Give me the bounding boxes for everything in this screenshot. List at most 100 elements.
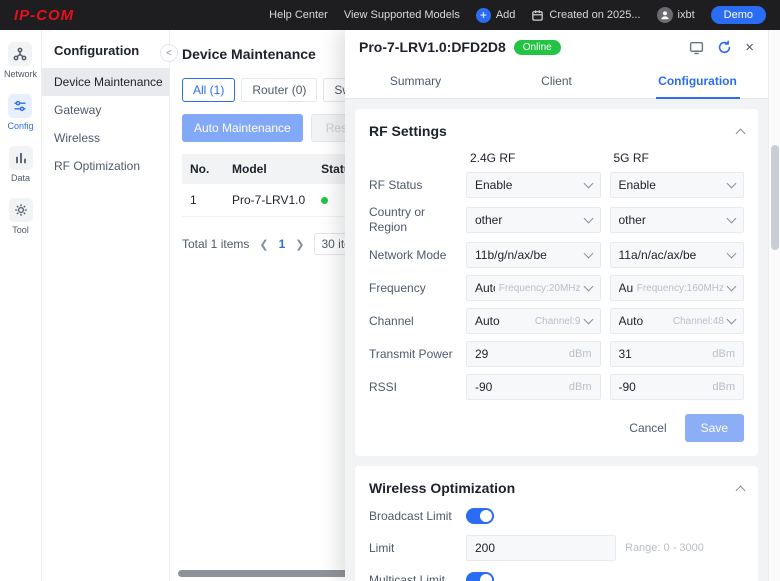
created-date-label: Created on 2025... bbox=[549, 9, 641, 21]
transmit-power-5g-input[interactable] bbox=[618, 347, 709, 361]
broadcast-limit-value-row: Limit Range: 0 - 3000 bbox=[369, 535, 744, 561]
tab-client[interactable]: Client bbox=[486, 64, 627, 98]
data-chart-icon bbox=[8, 146, 33, 170]
channel-24g-select[interactable]: Auto Channel:9 bbox=[466, 308, 601, 334]
auto-maintenance-button[interactable]: Auto Maintenance bbox=[182, 114, 303, 142]
close-icon[interactable]: × bbox=[745, 40, 754, 55]
col-header-no: No. bbox=[182, 154, 224, 184]
sidebar-item-device-maintenance[interactable]: Device Maintenance bbox=[42, 68, 169, 96]
col-header-model: Model bbox=[224, 154, 314, 184]
chevron-down-icon bbox=[583, 281, 593, 292]
nav-item-label: Config bbox=[7, 121, 34, 131]
field-label-limit: Limit bbox=[369, 540, 395, 555]
chevron-down-icon bbox=[583, 314, 593, 325]
rf-status-5g-select[interactable]: Enable bbox=[609, 172, 744, 198]
chevron-down-icon bbox=[583, 248, 593, 259]
rssi-5g-input[interactable] bbox=[618, 380, 709, 394]
screen: IP-COM Help Center View Supported Models… bbox=[0, 0, 780, 581]
transmit-power-24g-input[interactable] bbox=[475, 347, 565, 361]
nav-item-config[interactable]: Config bbox=[7, 94, 34, 131]
sidebar-item-gateway[interactable]: Gateway bbox=[42, 96, 169, 124]
cancel-button[interactable]: Cancel bbox=[629, 421, 666, 435]
field-label-multicast-limit: Multicast Limit bbox=[369, 572, 446, 581]
calendar-icon bbox=[532, 9, 544, 21]
config-sidebar: Configuration < Device Maintenance Gatew… bbox=[42, 30, 178, 581]
rssi-24g-input[interactable] bbox=[475, 380, 565, 394]
nav-item-label: Data bbox=[10, 173, 30, 183]
nav-item-label: Tool bbox=[12, 225, 29, 235]
add-button[interactable]: + Add bbox=[475, 7, 516, 23]
person-icon bbox=[660, 11, 669, 20]
multicast-limit-toggle[interactable] bbox=[466, 572, 494, 581]
chevron-down-icon bbox=[726, 314, 737, 325]
network-mode-5g-select[interactable]: 11a/n/ac/ax/be bbox=[609, 242, 744, 268]
transmit-power-24g-input-wrap: dBm bbox=[466, 341, 601, 367]
broadcast-limit-toggle[interactable] bbox=[466, 508, 494, 524]
add-label: Add bbox=[495, 9, 516, 21]
ipcom-logo: IP-COM bbox=[14, 6, 75, 24]
online-status-badge: Online bbox=[513, 39, 561, 55]
sidebar-item-wireless[interactable]: Wireless bbox=[42, 124, 169, 152]
open-device-page-icon[interactable] bbox=[689, 40, 704, 55]
nav-item-network[interactable]: Network bbox=[4, 42, 37, 79]
tab-summary[interactable]: Summary bbox=[345, 64, 486, 98]
cell-model: Pro-7-LRV1.0 bbox=[224, 184, 314, 217]
drawer-header: Pro-7-LRV1.0:DFD2D8 Online × bbox=[345, 30, 768, 64]
broadcast-limit-row: Broadcast Limit bbox=[369, 508, 744, 524]
rf-actions: Cancel Save bbox=[369, 414, 744, 442]
country-24g-select[interactable]: other bbox=[466, 207, 601, 233]
save-button[interactable]: Save bbox=[684, 414, 744, 442]
nav-item-tool[interactable]: Tool bbox=[8, 198, 33, 235]
country-5g-select[interactable]: other bbox=[609, 207, 744, 233]
topbar-links: Help Center View Supported Models + Add … bbox=[269, 6, 766, 24]
rf-status-24g-select[interactable]: Enable bbox=[466, 172, 601, 198]
online-status-dot bbox=[321, 197, 329, 204]
topbar: IP-COM Help Center View Supported Models… bbox=[0, 0, 780, 30]
network-icon bbox=[8, 42, 33, 66]
chevron-down-icon bbox=[726, 248, 737, 259]
horizontal-scrollbar-thumb[interactable] bbox=[178, 570, 356, 577]
collapse-section-icon[interactable] bbox=[735, 485, 746, 495]
vertical-scrollbar[interactable] bbox=[768, 30, 780, 581]
chevron-down-icon bbox=[583, 178, 593, 189]
field-label-country: Country or Region bbox=[369, 205, 426, 234]
tab-configuration[interactable]: Configuration bbox=[627, 64, 768, 98]
demo-button[interactable]: Demo bbox=[710, 6, 766, 24]
sidebar-collapse-button[interactable]: < bbox=[160, 44, 178, 62]
chevron-down-icon bbox=[726, 281, 737, 292]
field-label-frequency: Frequency bbox=[369, 280, 426, 295]
prev-page-button[interactable]: ❮ bbox=[259, 238, 268, 251]
help-center-link[interactable]: Help Center bbox=[269, 9, 328, 21]
range-hint: Range: 0 - 3000 bbox=[625, 542, 704, 554]
wireless-optimization-card: Wireless Optimization Broadcast Limit Li… bbox=[355, 466, 758, 581]
sidebar-item-rf-optimization[interactable]: RF Optimization bbox=[42, 152, 169, 180]
next-page-button[interactable]: ❯ bbox=[295, 238, 304, 251]
page-number[interactable]: 1 bbox=[279, 237, 286, 251]
plus-icon: + bbox=[475, 7, 491, 23]
frequency-24g-select[interactable]: AutoFrequency:20MHz bbox=[466, 275, 601, 301]
field-label-rssi: RSSI bbox=[369, 379, 398, 394]
tab-router[interactable]: Router (0) bbox=[241, 78, 318, 102]
collapse-section-icon[interactable] bbox=[735, 128, 746, 138]
gear-icon bbox=[8, 198, 33, 222]
nav-item-data[interactable]: Data bbox=[8, 146, 33, 183]
created-date[interactable]: Created on 2025... bbox=[531, 9, 641, 22]
view-supported-models-link[interactable]: View Supported Models bbox=[344, 9, 460, 21]
broadcast-limit-input[interactable] bbox=[475, 541, 607, 555]
field-label-rf-status: RF Status bbox=[369, 177, 423, 192]
user-menu[interactable]: ixbt bbox=[656, 7, 695, 23]
wireless-optimization-header: Wireless Optimization bbox=[369, 480, 746, 496]
network-mode-24g-select[interactable]: 11b/g/n/ax/be bbox=[466, 242, 601, 268]
total-items-label: Total 1 items bbox=[182, 237, 250, 251]
frequency-5g-select[interactable]: AutoFrequency:160MHz bbox=[609, 275, 744, 301]
column-header-5g: 5G RF bbox=[613, 151, 649, 165]
field-label-transmit-power: Transmit Power bbox=[369, 346, 453, 361]
rssi-5g-input-wrap: dBm bbox=[609, 374, 744, 400]
rssi-24g-input-wrap: dBm bbox=[466, 374, 601, 400]
drawer-header-icons: × bbox=[689, 40, 754, 55]
chevron-down-icon bbox=[726, 178, 737, 189]
vertical-scrollbar-thumb[interactable] bbox=[771, 145, 779, 250]
refresh-icon[interactable] bbox=[717, 39, 732, 55]
channel-5g-select[interactable]: Auto Channel:48 bbox=[609, 308, 744, 334]
tab-all[interactable]: All (1) bbox=[182, 78, 236, 102]
